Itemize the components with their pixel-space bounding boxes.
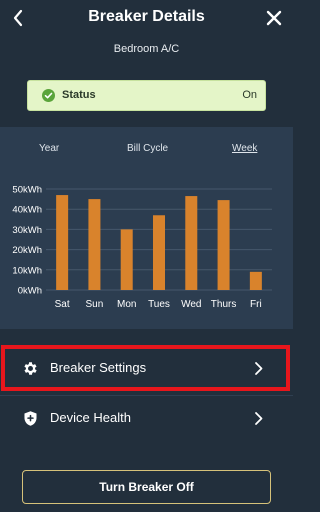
bar-sat [56, 195, 69, 290]
usage-chart-panel: Year Bill Cycle Week 0kWh 10kWh 20kWh 30kWh… [0, 127, 293, 329]
status-value: On [242, 89, 257, 101]
bar-tues [153, 215, 165, 290]
x-tick-label: Wed [181, 299, 201, 310]
close-icon[interactable] [263, 7, 285, 29]
y-tick-label: 0kWh [18, 286, 42, 297]
device-health-label: Device Health [50, 410, 131, 425]
chevron-right-icon [253, 410, 265, 427]
turn-breaker-off-button[interactable]: Turn Breaker Off [22, 470, 271, 504]
x-tick-label: Fri [250, 299, 262, 310]
page-title: Breaker Details [88, 8, 205, 25]
usage-bar-chart: 0kWh 10kWh 20kWh 30kWh 40kWh 50kWh Sat Sun Mon Tu… [12, 185, 272, 310]
check-circle-icon [42, 89, 55, 102]
bar-fri [249, 271, 262, 290]
bar-wed [185, 196, 198, 290]
x-tick-label: Mon [117, 299, 136, 310]
breaker-name: Bedroom A/C [113, 43, 180, 55]
x-tick-label: Sat [55, 299, 70, 310]
y-tick-label: 40kWh [12, 205, 42, 216]
bar-sun [88, 199, 101, 290]
x-tick-label: Thurs [211, 299, 237, 310]
device-health-row[interactable]: Device Health [0, 398, 293, 438]
divider [0, 395, 293, 396]
bar-mon [120, 229, 133, 290]
header: Breaker Details [0, 0, 293, 36]
highlight-box [1, 345, 290, 391]
status-label: Status [62, 89, 96, 101]
y-tick-label: 20kWh [12, 245, 42, 256]
x-tick-label: Sun [86, 299, 104, 310]
y-tick-label: 10kWh [12, 265, 42, 276]
status-card: Status On [27, 80, 266, 111]
shield-plus-icon [22, 410, 39, 427]
y-tick-label: 50kWh [12, 185, 42, 196]
y-tick-label: 30kWh [12, 225, 42, 236]
x-tick-label: Tues [148, 299, 170, 310]
bar-thurs [217, 200, 230, 290]
